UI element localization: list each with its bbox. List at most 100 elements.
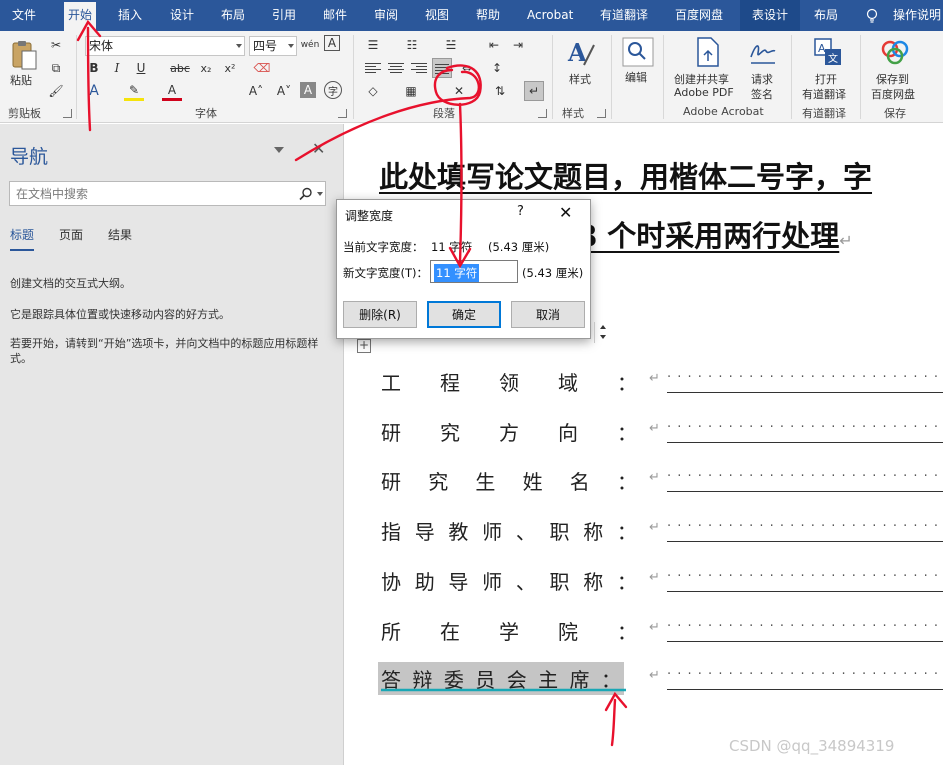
italic-icon[interactable]: I bbox=[107, 58, 127, 78]
create-share-label-2[interactable]: Adobe PDF bbox=[674, 86, 734, 99]
character-shading-icon[interactable]: A bbox=[300, 82, 316, 98]
youdao-translate-icon[interactable]: A 文 bbox=[813, 37, 843, 67]
baidu-netdisk-icon[interactable] bbox=[880, 39, 910, 65]
tab-acrobat[interactable]: Acrobat bbox=[527, 0, 573, 31]
bullets-icon[interactable]: ☰ bbox=[363, 35, 383, 55]
youdao-open-label-2[interactable]: 有道翻译 bbox=[802, 86, 846, 102]
request-signature-icon[interactable] bbox=[748, 37, 778, 67]
highlight-icon[interactable]: ✎ bbox=[124, 81, 144, 101]
font-name-combo[interactable]: 宋体 bbox=[85, 36, 245, 56]
tab-insert[interactable]: 插入 bbox=[118, 0, 142, 31]
row-value-field[interactable]: · · · · · · · · · · · · · · · · · · · · … bbox=[667, 367, 943, 393]
strikethrough-icon[interactable]: abc bbox=[170, 58, 190, 78]
align-left-icon[interactable] bbox=[363, 58, 383, 78]
copy-icon[interactable]: ⧉ bbox=[46, 58, 66, 78]
tab-youdao[interactable]: 有道翻译 bbox=[600, 0, 648, 31]
superscript-icon[interactable]: x² bbox=[220, 58, 240, 78]
styles-icon[interactable]: A bbox=[566, 37, 596, 69]
ok-button[interactable]: 确定 bbox=[427, 301, 501, 328]
cancel-button[interactable]: 取消 bbox=[511, 301, 585, 328]
shading-icon[interactable]: ◇ bbox=[363, 81, 383, 101]
phonetic-guide-icon[interactable]: wén bbox=[300, 35, 320, 55]
styles-label[interactable]: 样式 bbox=[569, 71, 591, 87]
paste-label[interactable]: 粘贴 bbox=[10, 72, 32, 88]
tab-baidu[interactable]: 百度网盘 bbox=[675, 0, 723, 31]
spin-up-icon[interactable] bbox=[595, 322, 611, 332]
row-value-field[interactable]: · · · · · · · · · · · · · · · · · · · · … bbox=[667, 566, 943, 592]
youdao-open-label[interactable]: 打开 bbox=[815, 71, 837, 87]
line-spacing-icon[interactable]: ↕ bbox=[487, 58, 507, 78]
new-width-input[interactable]: 11 字符 bbox=[430, 260, 606, 343]
decrease-indent-icon[interactable]: ⇤ bbox=[484, 35, 504, 55]
nav-tab-headings[interactable]: 标题 bbox=[10, 226, 35, 251]
nav-search-input[interactable] bbox=[10, 182, 280, 205]
show-marks-icon[interactable]: ↵ bbox=[524, 81, 544, 101]
tab-design[interactable]: 设计 bbox=[170, 0, 194, 31]
dialog-help-button[interactable]: ? bbox=[517, 204, 524, 219]
row-value-field[interactable]: · · · · · · · · · · · · · · · · · · · · … bbox=[667, 664, 943, 690]
tab-file[interactable]: 文件 bbox=[12, 0, 36, 31]
increase-indent-icon[interactable]: ⇥ bbox=[508, 35, 528, 55]
editing-label[interactable]: 编辑 bbox=[625, 69, 647, 85]
search-icon[interactable] bbox=[299, 187, 313, 201]
align-right-icon[interactable] bbox=[409, 58, 429, 78]
numbering-icon[interactable]: ☷ bbox=[402, 35, 422, 55]
table-move-handle-icon[interactable]: + bbox=[357, 339, 371, 353]
styles-launcher-icon[interactable] bbox=[597, 109, 606, 118]
spin-down-icon[interactable] bbox=[595, 332, 611, 342]
tab-view[interactable]: 视图 bbox=[425, 0, 449, 31]
delete-button[interactable]: 删除(R) bbox=[343, 301, 417, 328]
font-color-icon[interactable]: A bbox=[162, 81, 182, 101]
create-pdf-icon[interactable] bbox=[695, 37, 721, 67]
text-effects-icon[interactable]: A bbox=[84, 81, 104, 101]
bold-icon[interactable]: B bbox=[84, 58, 104, 78]
tab-layout[interactable]: 布局 bbox=[221, 0, 245, 31]
chinese-layout-icon[interactable]: ✕ bbox=[449, 81, 469, 101]
tab-home[interactable]: 开始 bbox=[64, 2, 97, 31]
sign-label[interactable]: 请求 bbox=[751, 71, 773, 87]
multilevel-list-icon[interactable]: ☱ bbox=[441, 35, 461, 55]
baidu-save-label-2[interactable]: 百度网盘 bbox=[871, 86, 915, 102]
tell-me-search[interactable]: 操作说明 bbox=[893, 0, 941, 31]
editing-search-icon[interactable] bbox=[622, 37, 654, 67]
tab-mailings[interactable]: 邮件 bbox=[323, 0, 347, 31]
justify-icon[interactable] bbox=[432, 58, 452, 78]
sort-icon[interactable]: ⇅ bbox=[490, 81, 510, 101]
borders-icon[interactable]: ▦ bbox=[401, 81, 421, 101]
font-launcher-icon[interactable] bbox=[338, 109, 347, 118]
distributed-icon[interactable]: ⇔ bbox=[457, 58, 477, 78]
tab-table-layout[interactable]: 布局 bbox=[814, 0, 838, 31]
baidu-save-label[interactable]: 保存到 bbox=[876, 71, 909, 87]
format-painter-icon[interactable]: 🖌 bbox=[46, 81, 66, 101]
dialog-close-icon[interactable]: ✕ bbox=[559, 203, 572, 222]
nav-tab-pages[interactable]: 页面 bbox=[59, 226, 83, 243]
paste-icon[interactable] bbox=[10, 39, 40, 71]
row-value-field[interactable]: · · · · · · · · · · · · · · · · · · · · … bbox=[667, 466, 943, 492]
create-share-label[interactable]: 创建并共享 bbox=[674, 71, 729, 87]
tab-review[interactable]: 审阅 bbox=[374, 0, 398, 31]
row-value-field[interactable]: · · · · · · · · · · · · · · · · · · · · … bbox=[667, 417, 943, 443]
clipboard-launcher-icon[interactable] bbox=[63, 109, 72, 118]
tab-references[interactable]: 引用 bbox=[272, 0, 296, 31]
search-dropdown-icon[interactable] bbox=[317, 192, 323, 196]
tab-help[interactable]: 帮助 bbox=[476, 0, 500, 31]
clear-formatting-icon[interactable]: ⌫ bbox=[252, 58, 272, 78]
grow-font-icon[interactable]: A˄ bbox=[246, 81, 266, 101]
enclose-characters-icon[interactable]: 字 bbox=[324, 81, 342, 99]
font-size-combo[interactable]: 四号 bbox=[249, 36, 297, 56]
shrink-font-icon[interactable]: A˅ bbox=[274, 81, 294, 101]
nav-tab-results[interactable]: 结果 bbox=[108, 226, 132, 243]
new-width-spinner[interactable] bbox=[594, 322, 611, 343]
row-value-field[interactable]: · · · · · · · · · · · · · · · · · · · · … bbox=[667, 616, 943, 642]
underline-icon[interactable]: U bbox=[131, 58, 151, 78]
row-value-field[interactable]: · · · · · · · · · · · · · · · · · · · · … bbox=[667, 516, 943, 542]
align-center-icon[interactable] bbox=[386, 58, 406, 78]
tab-table-design[interactable]: 表设计 bbox=[740, 0, 801, 31]
nav-options-icon[interactable] bbox=[274, 147, 284, 153]
sign-label-2[interactable]: 签名 bbox=[751, 86, 773, 102]
cut-icon[interactable]: ✂ bbox=[46, 35, 66, 55]
nav-close-icon[interactable]: ✕ bbox=[312, 139, 325, 158]
character-border-icon[interactable]: A bbox=[324, 35, 340, 51]
subscript-icon[interactable]: x₂ bbox=[196, 58, 216, 78]
paragraph-launcher-icon[interactable] bbox=[538, 109, 547, 118]
